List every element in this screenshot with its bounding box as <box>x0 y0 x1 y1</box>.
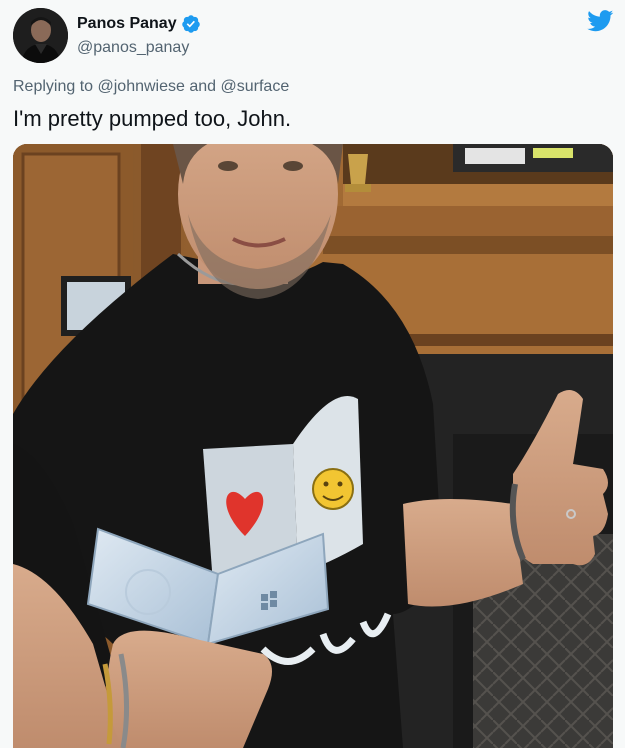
twitter-bird-icon[interactable] <box>587 10 614 32</box>
tweet-card: Panos Panay @panos_panay Replying to @jo… <box>0 0 625 748</box>
verified-badge-icon <box>181 14 201 34</box>
mention-link-johnwiese[interactable]: @johnwiese <box>98 78 185 95</box>
author-display-name[interactable]: Panos Panay <box>77 15 177 33</box>
tweet-text: I'm pretty pumped too, John. <box>13 106 292 131</box>
reply-prefix: Replying to <box>13 78 94 95</box>
reply-connector: and <box>189 78 217 95</box>
mention-link-surface[interactable]: @surface <box>221 78 290 95</box>
tweet-photo[interactable] <box>13 144 613 748</box>
author-name-row[interactable]: Panos Panay <box>77 14 201 34</box>
author-avatar[interactable] <box>13 8 68 63</box>
author-handle[interactable]: @panos_panay <box>77 39 189 57</box>
profile-photo-icon <box>13 8 68 63</box>
reply-context: Replying to @johnwiese and @surface <box>13 78 289 96</box>
photo-man-holding-surface-duo-icon <box>13 144 613 748</box>
